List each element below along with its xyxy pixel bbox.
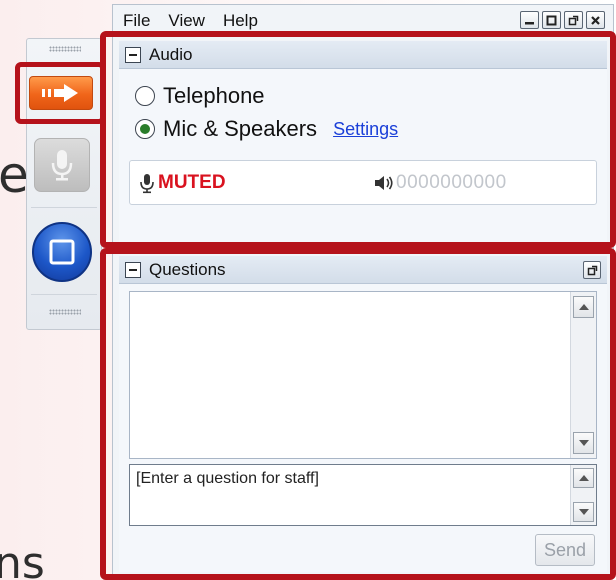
minimize-icon xyxy=(525,21,534,24)
minimize-button[interactable] xyxy=(520,11,539,29)
maximize-button[interactable] xyxy=(542,11,561,29)
arrow-button-highlight xyxy=(15,62,105,124)
close-button[interactable] xyxy=(586,11,605,29)
sidebar-divider xyxy=(31,294,97,295)
close-icon xyxy=(591,15,600,25)
maximize-icon xyxy=(546,15,557,25)
drag-grip-bottom[interactable] xyxy=(49,309,81,315)
drag-grip-top[interactable] xyxy=(49,46,81,52)
menu-view[interactable]: View xyxy=(168,11,205,31)
window-controls xyxy=(520,11,605,29)
menu-bar: File View Help xyxy=(123,11,258,31)
stop-broadcast-button[interactable] xyxy=(32,222,92,282)
background-text-fragment: e xyxy=(0,146,29,204)
questions-panel-highlight xyxy=(100,248,616,580)
sidebar-divider xyxy=(31,207,97,208)
microphone-button[interactable] xyxy=(34,138,90,192)
menu-file[interactable]: File xyxy=(123,11,150,31)
microphone-icon xyxy=(51,150,73,181)
background-text-fragment: ns xyxy=(0,538,45,580)
popout-icon xyxy=(568,15,579,25)
menu-help[interactable]: Help xyxy=(223,11,258,31)
stop-icon xyxy=(49,239,75,265)
audio-panel-highlight xyxy=(100,31,616,248)
popout-window-button[interactable] xyxy=(564,11,583,29)
